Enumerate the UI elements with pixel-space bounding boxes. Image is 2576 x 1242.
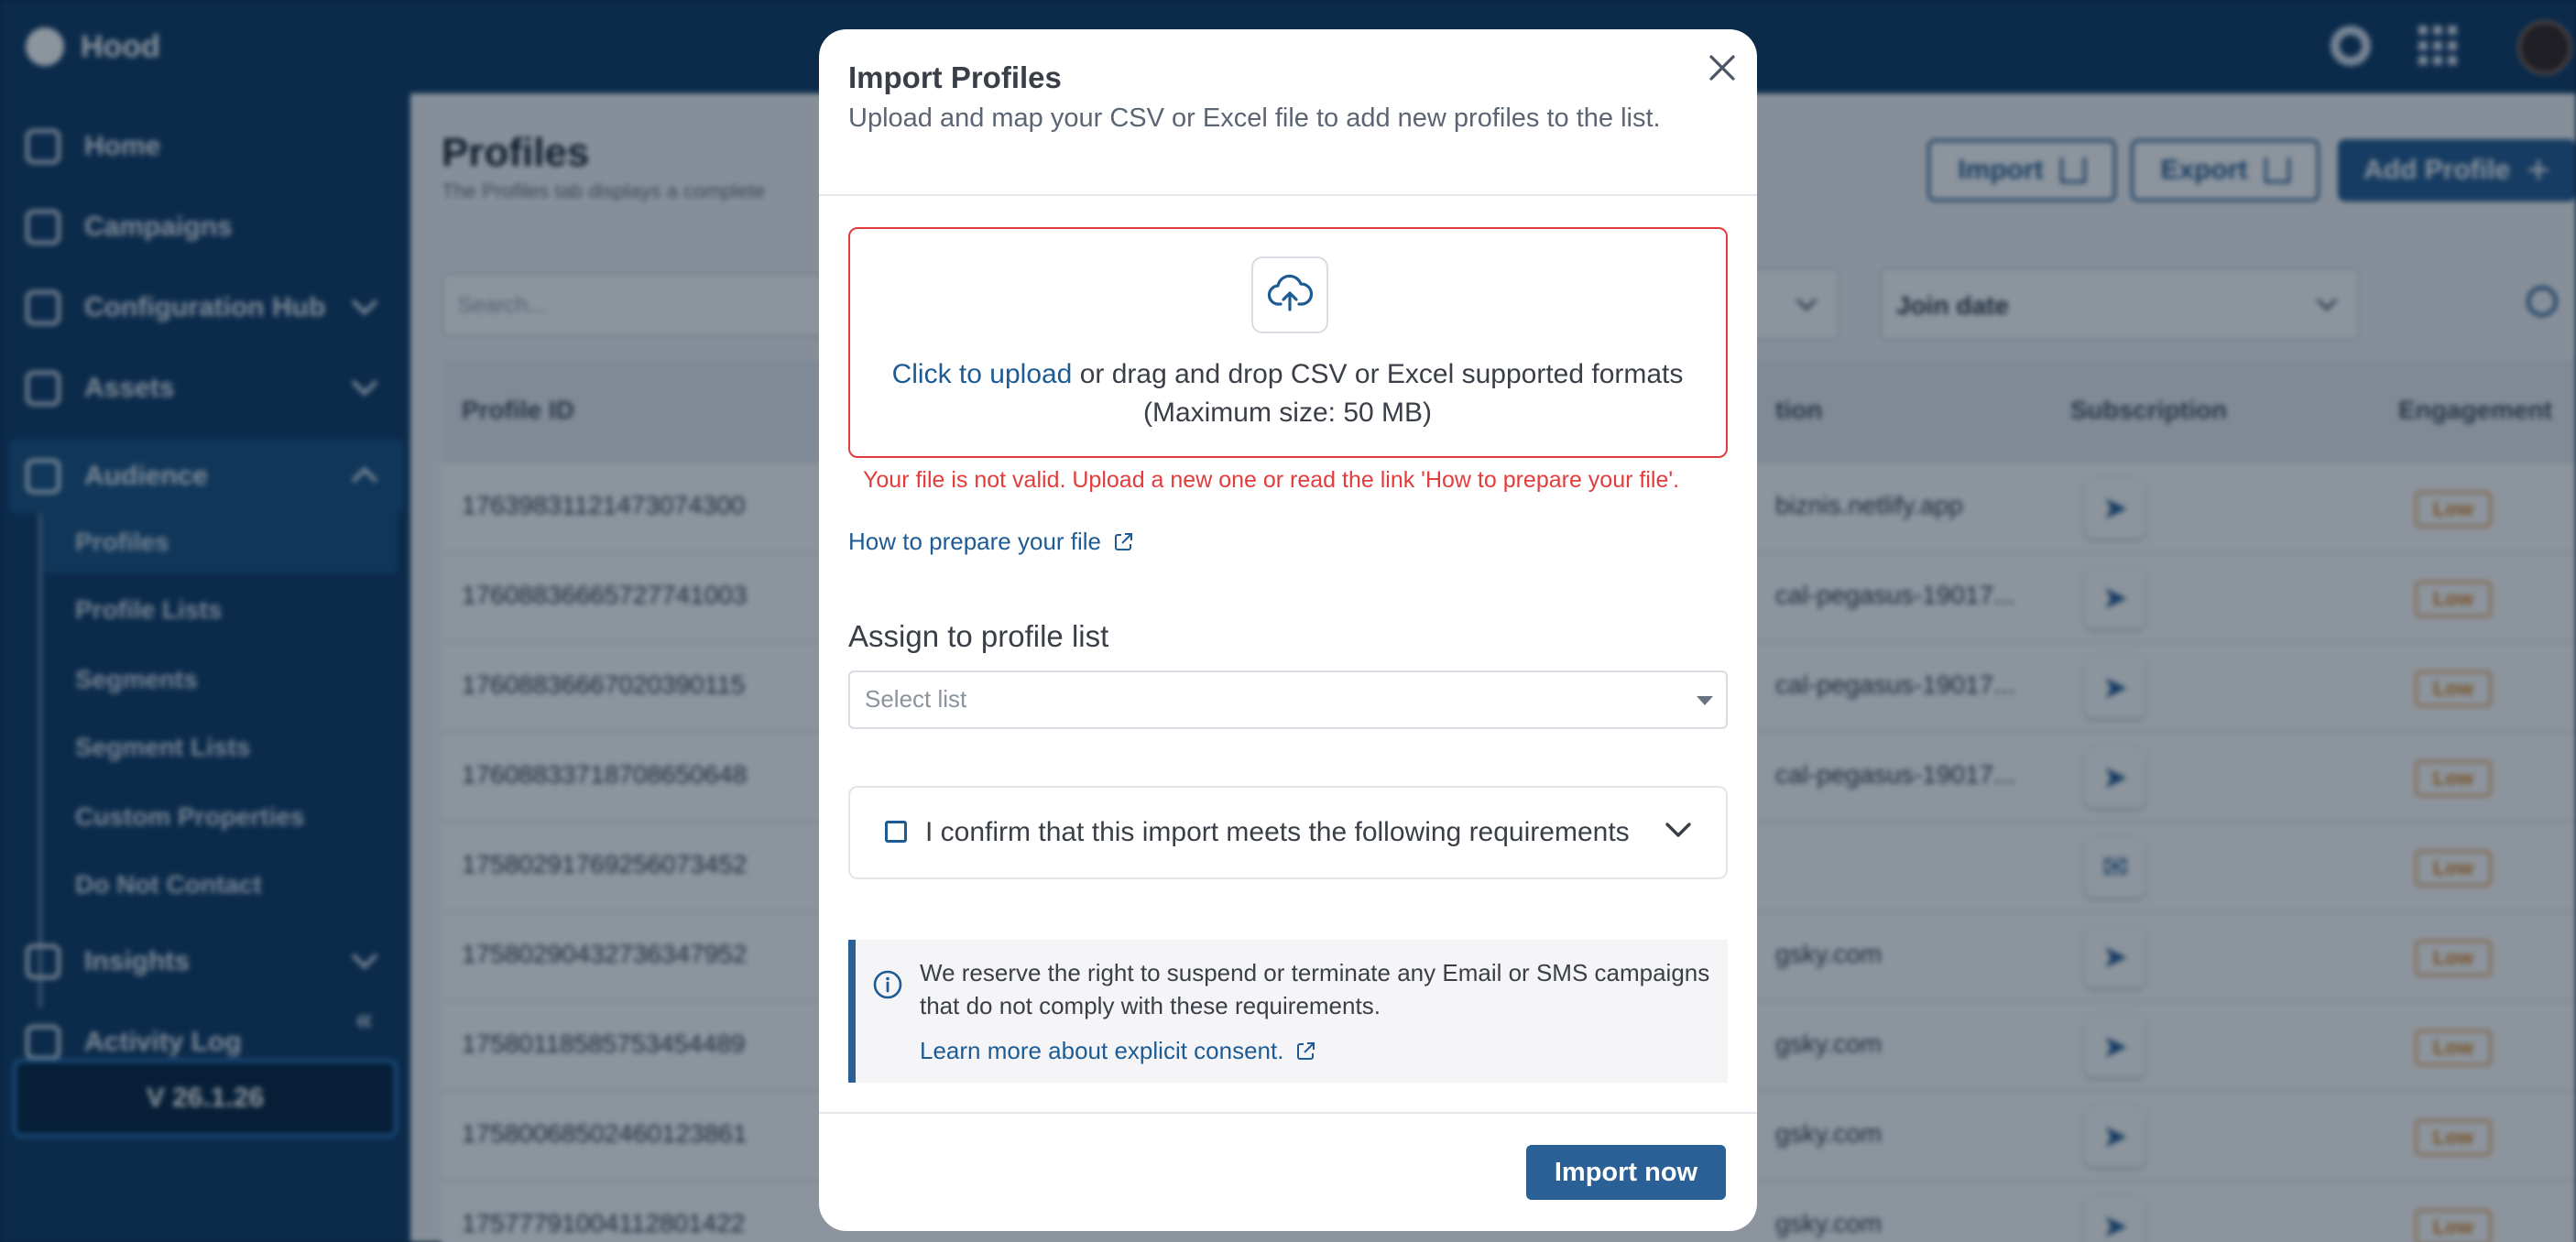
requirements-confirmation[interactable]: I confirm that this import meets the fol… <box>848 786 1728 879</box>
import-profiles-modal: Import Profiles Upload and map your CSV … <box>819 29 1757 1231</box>
upload-instructions-text: or drag and drop CSV or Excel supported … <box>1072 359 1684 389</box>
modal-subtitle: Upload and map your CSV or Excel file to… <box>848 104 1661 133</box>
file-dropzone[interactable]: Click to upload or drag and drop CSV or … <box>848 227 1728 458</box>
caret-down-icon <box>1697 696 1713 705</box>
assign-list-label: Assign to profile list <box>848 619 1109 653</box>
explicit-consent-label: Learn more about explicit consent. <box>920 1037 1284 1064</box>
file-error-message: Your file is not valid. Upload a new one… <box>863 467 1680 493</box>
cloud-upload-icon <box>1267 274 1314 311</box>
upload-instructions: Click to upload or drag and drop CSV or … <box>850 355 1725 432</box>
import-now-button[interactable]: Import now <box>1526 1145 1726 1200</box>
close-icon[interactable] <box>1700 46 1744 90</box>
explicit-consent-link[interactable]: Learn more about explicit consent. <box>920 1037 1316 1065</box>
modal-header: Import Profiles Upload and map your CSV … <box>819 29 1757 196</box>
click-to-upload-link[interactable]: Click to upload <box>892 359 1073 389</box>
compliance-notice: We reserve the right to suspend or termi… <box>848 940 1728 1083</box>
info-icon <box>873 970 902 999</box>
external-link-icon <box>1115 532 1133 550</box>
notice-text: We reserve the right to suspend or termi… <box>920 959 1710 1019</box>
confirm-label: I confirm that this import meets the fol… <box>925 817 1630 847</box>
how-to-prepare-link[interactable]: How to prepare your file <box>848 528 1134 556</box>
max-size-text: (Maximum size: 50 MB) <box>1142 398 1433 428</box>
modal-footer: Import now <box>819 1112 1757 1231</box>
profile-list-select[interactable]: Select list <box>848 670 1728 729</box>
how-to-prepare-label: How to prepare your file <box>848 528 1102 555</box>
upload-icon-box <box>1251 256 1328 333</box>
modal-title: Import Profiles <box>848 60 1062 94</box>
confirm-checkbox[interactable] <box>885 821 907 843</box>
profile-list-placeholder: Select list <box>865 685 967 713</box>
chevron-down-icon[interactable] <box>1656 808 1700 852</box>
external-link-icon <box>1297 1041 1315 1060</box>
